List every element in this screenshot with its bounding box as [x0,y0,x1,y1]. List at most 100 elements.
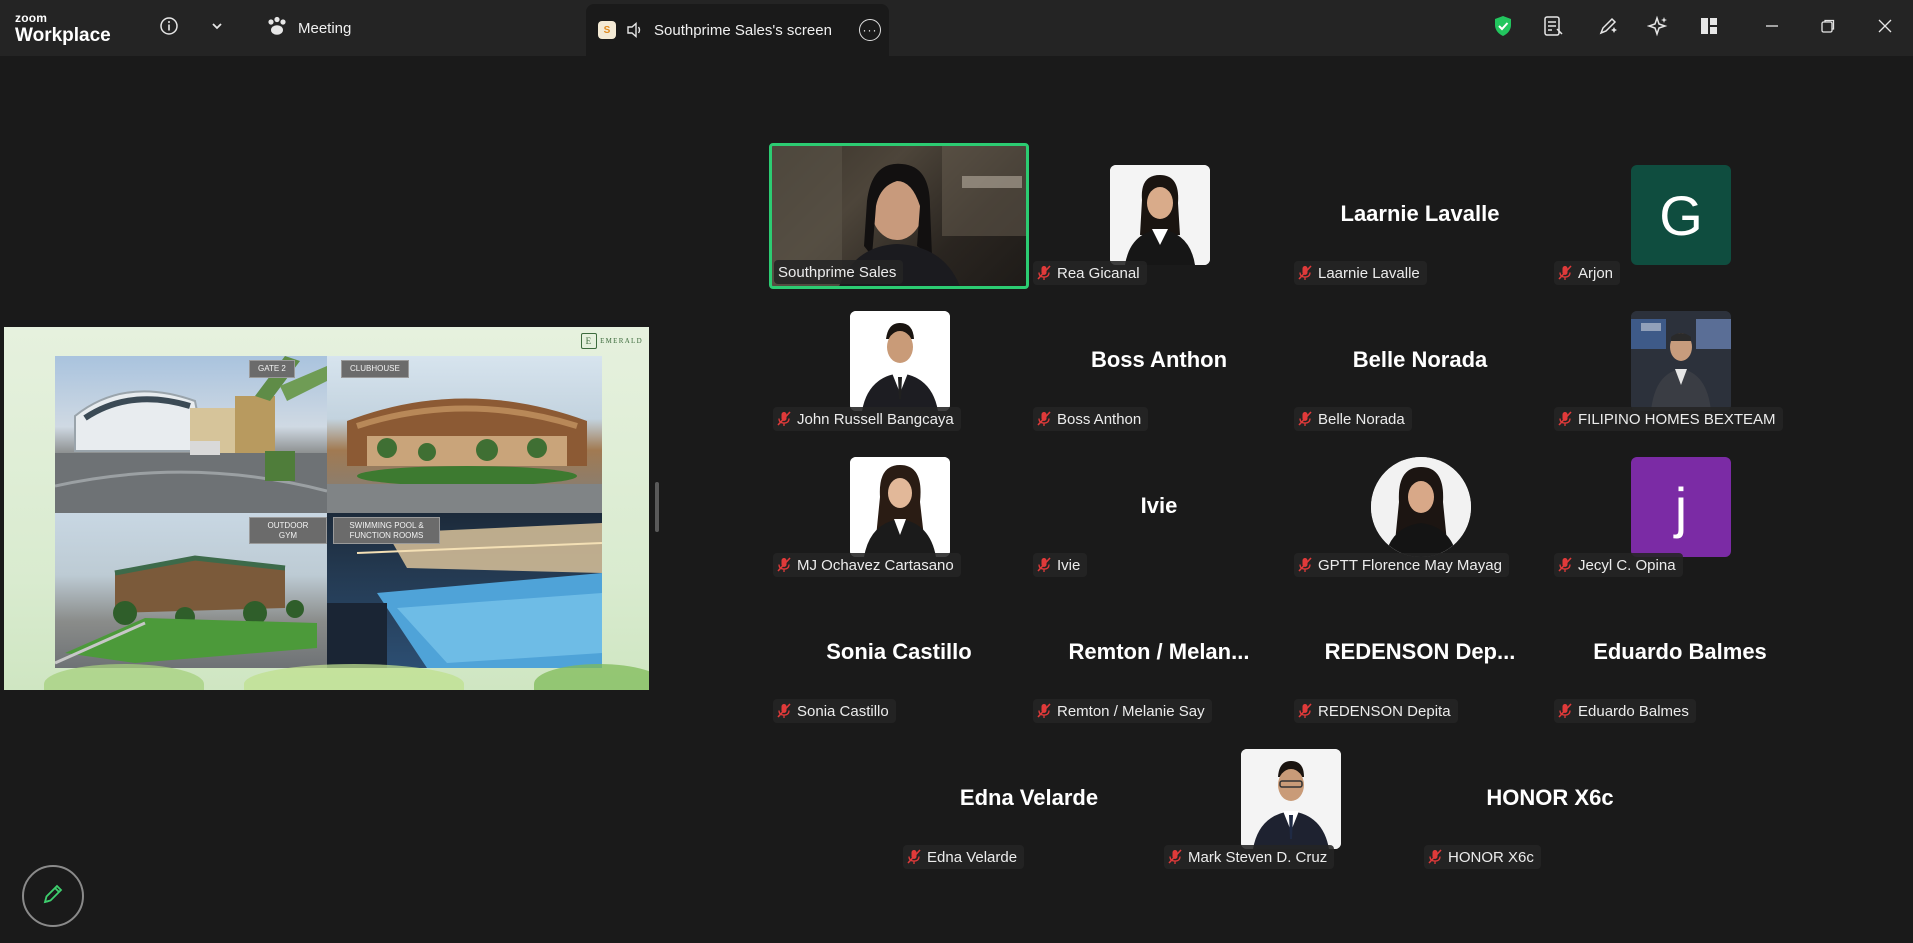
participant-name-label: Arjon [1554,261,1621,285]
emerald-brand-logo: E EMERALD [581,333,643,349]
title-bar: zoom Workplace Meeting S Southprime Sale… [0,0,1913,56]
meeting-stage: E EMERALD GATE 2 CLUBHOUSE OUTDOOR GYM S… [0,56,1913,943]
participant-name-label: Edna Velarde [903,845,1025,869]
participant-tile[interactable]: Laarnie Lavalle Laarnie Lavalle [1290,143,1550,289]
participant-name-label: Belle Norada [1294,407,1412,431]
participant-photo [1110,165,1210,265]
muted-mic-icon [1558,265,1572,281]
layout-icon[interactable] [1697,14,1721,38]
participant-display-name: Boss Anthon [1090,347,1228,372]
participant-name: Arjon [1578,264,1614,282]
participant-tile[interactable]: Rea Gicanal [1029,143,1289,289]
shield-check-icon[interactable] [1491,14,1515,38]
gate-caption: GATE 2 [249,360,295,378]
participant-photo [850,457,950,557]
muted-mic-icon [1558,411,1572,427]
ai-sparkle-icon[interactable] [1646,14,1670,38]
muted-mic-icon [777,557,791,573]
participant-name-label: Ivie [1033,553,1088,577]
participant-photo [850,311,950,411]
share-screen-tab[interactable]: S Southprime Sales's screen ··· [586,4,889,56]
participant-photo [1241,749,1341,849]
participant-tile[interactable]: Edna Velarde Edna Velarde [899,727,1159,873]
participant-name-label: REDENSON Depita [1294,699,1458,723]
app-badge-icon: S [598,21,616,39]
annotation-pen-button[interactable] [22,865,84,927]
participant-name-label: John Russell Bangcaya [773,407,961,431]
participant-name: FILIPINO HOMES BEXTEAM [1578,410,1776,428]
participant-name-label: Remton / Melanie Say [1033,699,1212,723]
participant-tile[interactable]: Mark Steven D. Cruz [1160,727,1420,873]
muted-mic-icon [1037,703,1051,719]
muted-mic-icon [1558,557,1572,573]
logo-line-1: zoom [15,11,48,25]
participant-tile[interactable]: j Jecyl C. Opina [1550,435,1810,581]
meeting-label: Meeting [298,19,352,37]
participant-tile[interactable]: Ivie Ivie [1029,435,1289,581]
participant-display-name: Sonia Castillo [826,639,972,664]
participant-tile[interactable]: Boss Anthon Boss Anthon [1029,289,1289,435]
participant-name-label: Sonia Castillo [773,699,896,723]
participant-tile[interactable]: Sonia Castillo Sonia Castillo [769,581,1029,727]
shared-screen-slide[interactable]: E EMERALD GATE 2 CLUBHOUSE OUTDOOR GYM S… [4,327,649,690]
gate-photo: GATE 2 [55,356,327,513]
participant-tile[interactable]: FILIPINO HOMES BEXTEAM [1550,289,1810,435]
muted-mic-icon [1037,557,1051,573]
participant-name-label: Jecyl C. Opina [1554,553,1683,577]
participant-name: Ivie [1057,556,1081,574]
participant-tile[interactable]: Remton / Melan... Remton / Melanie Say [1029,581,1289,727]
participant-initial-avatar: j [1631,457,1731,557]
notes-icon[interactable] [1541,14,1565,38]
participant-name: Rea Gicanal [1057,264,1140,282]
speaker-icon[interactable] [626,22,644,38]
more-icon[interactable]: ··· [859,19,881,41]
muted-mic-icon [1298,703,1312,719]
participant-name: Belle Norada [1318,410,1405,428]
close-icon[interactable] [1873,14,1897,38]
muted-mic-icon [1168,849,1182,865]
emerald-mark-icon: E [581,333,598,349]
participant-display-name: HONOR X6c [1486,785,1614,810]
zoom-workplace-logo: zoom Workplace [15,12,111,45]
participant-tile[interactable]: Eduardo Balmes Eduardo Balmes [1550,581,1810,727]
meeting-button[interactable]: Meeting [266,14,351,42]
participant-name: Boss Anthon [1057,410,1142,428]
participant-name-label: HONOR X6c [1424,845,1541,869]
meeting-paw-icon [266,16,288,40]
participant-name: Laarnie Lavalle [1318,264,1420,282]
restore-icon[interactable] [1816,14,1840,38]
participant-tile[interactable]: MJ Ochavez Cartasano [769,435,1029,581]
participant-display-name: Belle Norada [1352,347,1488,372]
info-icon[interactable] [157,14,181,38]
annotate-icon[interactable] [1596,14,1620,38]
muted-mic-icon [1037,411,1051,427]
participant-tile[interactable]: G Arjon [1550,143,1810,289]
participant-name: Edna Velarde [927,848,1018,866]
participant-name-label: Laarnie Lavalle [1294,261,1427,285]
participant-tile[interactable]: GPTT Florence May Mayag [1290,435,1550,581]
pool-caption: SWIMMING POOL & FUNCTION ROOMS [333,517,440,545]
participant-name-label: FILIPINO HOMES BEXTEAM [1554,407,1783,431]
participant-display-name: Eduardo Balmes [1593,639,1767,664]
muted-mic-icon [777,411,791,427]
participant-name-label: Rea Gicanal [1033,261,1147,285]
participant-tile[interactable]: John Russell Bangcaya [769,289,1029,435]
pencil-icon [40,881,66,912]
participant-name: Southprime Sales [778,263,897,281]
split-view-handle[interactable] [655,482,659,532]
participant-tile[interactable]: Southprime Sales [769,143,1029,289]
participant-name: GPTT Florence May Mayag [1318,556,1502,574]
muted-mic-icon [1428,849,1442,865]
participant-name-label: Southprime Sales [774,260,904,284]
participant-tile[interactable]: Belle Norada Belle Norada [1290,289,1550,435]
chevron-down-icon[interactable] [205,14,229,38]
participant-tile[interactable]: HONOR X6c HONOR X6c [1420,727,1680,873]
minimize-icon[interactable] [1760,14,1784,38]
participant-name: Remton / Melanie Say [1057,702,1205,720]
muted-mic-icon [1298,411,1312,427]
participant-display-name: Edna Velarde [959,785,1099,810]
participant-name: HONOR X6c [1448,848,1534,866]
participant-name: REDENSON Depita [1318,702,1451,720]
participant-display-name: Remton / Melan... [1068,639,1250,664]
participant-tile[interactable]: REDENSON Dep... REDENSON Depita [1290,581,1550,727]
